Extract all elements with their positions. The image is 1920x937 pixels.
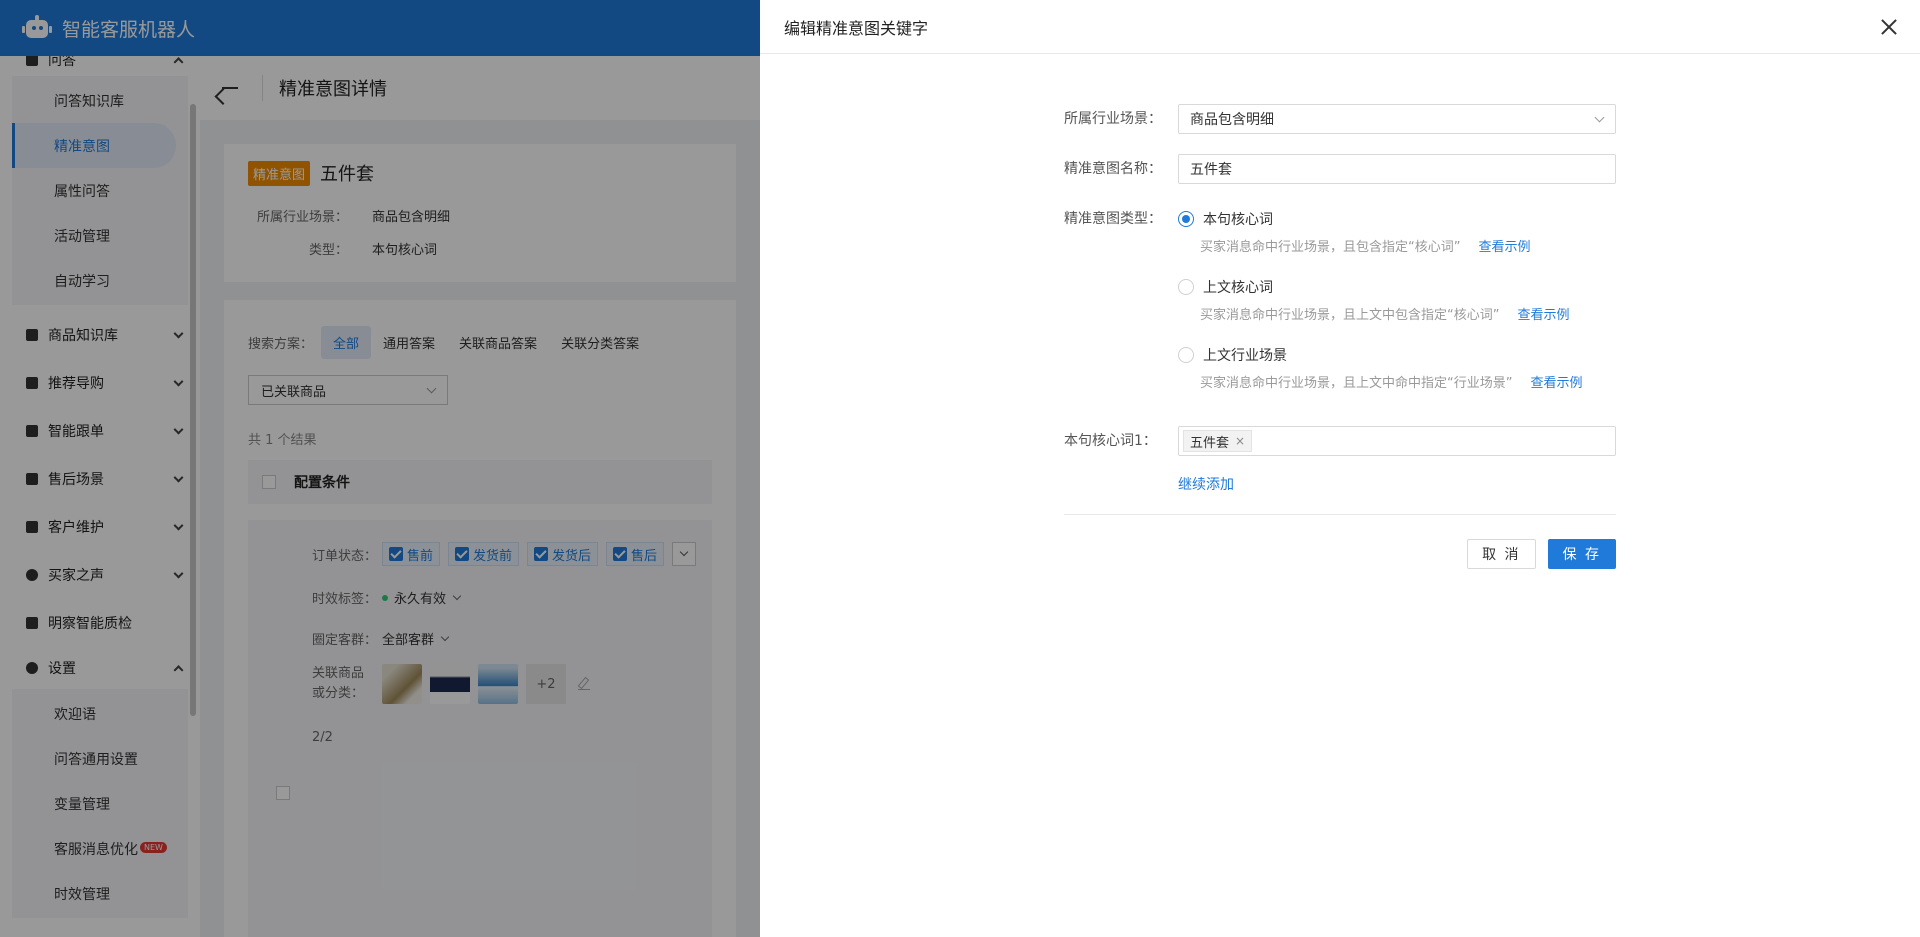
edit-form: 所属行业场景： 商品包含明细 精准意图名称： 五件套 精准意图类型： 本句核心词… bbox=[1064, 104, 1616, 569]
radio-unselected-icon bbox=[1178, 347, 1194, 363]
tag-close-icon[interactable]: × bbox=[1235, 434, 1245, 448]
keyword-tag-input[interactable]: 五件套 × bbox=[1178, 426, 1616, 456]
name-field-label: 精准意图名称： bbox=[1064, 161, 1162, 177]
view-example-link[interactable]: 查看示例 bbox=[1478, 236, 1530, 255]
drawer-header: 编辑精准意图关键字 bbox=[760, 0, 1920, 54]
radio-context-scene[interactable]: 上文行业场景 bbox=[1178, 340, 1616, 370]
radio-context-keyword[interactable]: 上文核心词 bbox=[1178, 272, 1616, 302]
save-button[interactable]: 保 存 bbox=[1547, 539, 1616, 569]
view-example-link[interactable]: 查看示例 bbox=[1530, 372, 1582, 391]
keyword-tag-label: 五件套 bbox=[1190, 435, 1230, 451]
radio-label: 上文核心词 bbox=[1203, 280, 1273, 296]
type-option-context-keyword: 上文核心词 买家消息命中行业场景，且上文中包含指定“核心词” 查看示例 bbox=[1178, 272, 1616, 324]
type-field-label: 精准意图类型： bbox=[1064, 211, 1162, 227]
form-divider bbox=[1064, 514, 1616, 515]
add-more-link[interactable]: 继续添加 bbox=[1178, 474, 1234, 494]
intent-name-value: 五件套 bbox=[1190, 162, 1232, 178]
radio-current-keyword[interactable]: 本句核心词 bbox=[1178, 204, 1616, 234]
scene-select[interactable]: 商品包含明细 bbox=[1178, 104, 1616, 134]
radio-description: 买家消息命中行业场景，且上文中包含指定“核心词” bbox=[1200, 307, 1500, 323]
scene-select-value: 商品包含明细 bbox=[1190, 112, 1274, 128]
keyword-tag: 五件套 × bbox=[1183, 430, 1253, 452]
radio-label: 本句核心词 bbox=[1203, 212, 1273, 228]
type-option-current: 本句核心词 买家消息命中行业场景，且包含指定“核心词” 查看示例 bbox=[1178, 204, 1616, 256]
edit-drawer: 编辑精准意图关键字 所属行业场景： 商品包含明细 精准意图名称： 五件套 精准意… bbox=[760, 0, 1920, 937]
close-icon[interactable] bbox=[1880, 18, 1898, 36]
chevron-down-icon bbox=[1594, 112, 1605, 123]
cancel-button[interactable]: 取 消 bbox=[1467, 539, 1536, 569]
modal-overlay[interactable] bbox=[0, 0, 760, 937]
radio-label: 上文行业场景 bbox=[1203, 348, 1287, 364]
radio-selected-icon bbox=[1178, 211, 1194, 227]
radio-unselected-icon bbox=[1178, 279, 1194, 295]
radio-description: 买家消息命中行业场景，且包含指定“核心词” bbox=[1200, 239, 1461, 255]
form-actions: 取 消 保 存 bbox=[1064, 539, 1616, 569]
view-example-link[interactable]: 查看示例 bbox=[1517, 304, 1569, 323]
intent-name-input[interactable]: 五件套 bbox=[1178, 154, 1616, 184]
radio-description: 买家消息命中行业场景，且上文中命中指定“行业场景” bbox=[1200, 375, 1513, 391]
scene-field-label: 所属行业场景： bbox=[1064, 111, 1162, 127]
keyword-field-label: 本句核心词1： bbox=[1064, 433, 1157, 449]
type-option-context-scene: 上文行业场景 买家消息命中行业场景，且上文中命中指定“行业场景” 查看示例 bbox=[1178, 340, 1616, 392]
drawer-title: 编辑精准意图关键字 bbox=[784, 18, 929, 38]
